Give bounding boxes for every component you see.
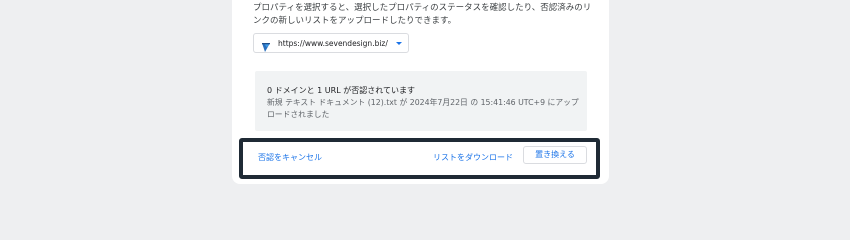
action-bar: 否認をキャンセル リストをダウンロード 置き換える <box>239 138 600 179</box>
caret-down-icon[interactable] <box>396 42 402 45</box>
status-detail: 新規 テキスト ドキュメント (12).txt が 2024年7月22日 の 1… <box>267 98 579 119</box>
status-title: 0 ドメインと 1 URL が否認されています <box>267 86 415 95</box>
property-url: https://www.sevendesign.biz/ <box>278 39 388 48</box>
property-select[interactable]: https://www.sevendesign.biz/ <box>253 33 409 53</box>
site-favicon-icon <box>261 38 271 52</box>
disavow-status-panel: 0 ドメインと 1 URL が否認されています 新規 テキスト ドキュメント (… <box>255 71 587 131</box>
description-text: プロパティを選択すると、選択したプロパティのステータスを確認したり、否認済みのリ… <box>253 3 592 26</box>
replace-button[interactable]: 置き換える <box>523 146 587 164</box>
download-list-link[interactable]: リストをダウンロード <box>433 152 513 163</box>
cancel-disavow-link[interactable]: 否認をキャンセル <box>258 152 322 163</box>
